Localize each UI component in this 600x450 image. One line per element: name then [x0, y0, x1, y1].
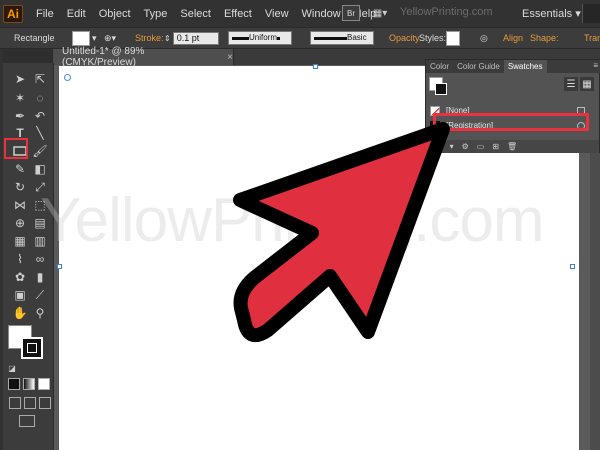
menu-type[interactable]: Type [144, 8, 168, 20]
watermark: YellowPrinting.com [40, 186, 545, 255]
tool-name: Rectangle [14, 33, 55, 43]
rotate-tool-icon[interactable]: ↻ [11, 179, 29, 195]
tab-color[interactable]: Color [426, 60, 453, 73]
menu-edit[interactable]: Edit [67, 8, 86, 20]
width-tool-icon[interactable]: ⋈ [11, 197, 29, 213]
tools-panel: ➤ ⇱ ✶ ◌ ✒ ↶ T ╲ 🖌 ✎ ◧ ↻ ⤢ ⋈ ⬚ ⊕ ▤ ▦ ▥ ⌇ … [3, 63, 54, 450]
close-tab-icon[interactable]: × [227, 52, 233, 63]
direct-selection-tool-icon[interactable]: ⇱ [31, 71, 49, 87]
mesh-tool-icon[interactable]: ▦ [11, 233, 29, 249]
paintbrush-tool-icon[interactable]: 🖌 [31, 143, 49, 159]
menu-bar: Ai File Edit Object Type Select Effect V… [0, 0, 600, 27]
tab-color-guide[interactable]: Color Guide [453, 60, 504, 73]
lasso-tool-icon[interactable]: ◌ [31, 90, 49, 106]
color-mode-icon[interactable] [8, 378, 20, 390]
search-field[interactable] [582, 4, 600, 23]
graphic-style-swatch[interactable] [446, 30, 460, 46]
artboard-origin-icon [64, 74, 71, 81]
arrange-documents-icon[interactable]: ▦▾ [371, 5, 389, 21]
draw-inside-icon[interactable] [39, 397, 51, 409]
bounding-handle-left[interactable] [57, 264, 62, 269]
new-swatch-icon[interactable]: ⊞ [492, 142, 499, 151]
list-view-icon[interactable]: ☰ [564, 77, 578, 91]
tab-swatches[interactable]: Swatches [503, 60, 547, 73]
pen-tool-icon[interactable]: ✒ [11, 108, 29, 124]
line-segment-tool-icon[interactable]: ╲ [31, 125, 49, 141]
draw-mode-buttons [9, 397, 51, 409]
menu-object[interactable]: Object [99, 8, 131, 20]
eyedropper-tool-icon[interactable]: ⌇ [11, 251, 29, 267]
recolor-icon[interactable]: ◎ [480, 33, 488, 44]
panel-tabs: Color Color Guide Swatches ≡ [426, 60, 600, 73]
menu-select[interactable]: Select [180, 8, 211, 20]
stroke-weight-input[interactable]: 0.1 pt [172, 31, 219, 45]
registration-highlight [433, 113, 589, 131]
slice-tool-icon[interactable]: ⟋ [31, 287, 49, 303]
swatches-panel: Color Color Guide Swatches ≡ ☰ ▦ [None] … [425, 59, 600, 153]
swatch-options-icon[interactable]: ⚙ [462, 142, 469, 151]
swatch-libraries-icon[interactable]: ▥ [434, 142, 442, 151]
workspace-label: Essentials [522, 8, 573, 20]
panel-stroke-swatch[interactable] [435, 83, 447, 95]
screen-mode-icon[interactable] [19, 415, 35, 427]
symbol-sprayer-tool-icon[interactable]: ✿ [11, 269, 29, 285]
selection-tool-icon[interactable]: ➤ [11, 71, 29, 87]
header-watermark: YellowPrinting.com [400, 6, 493, 18]
illustrator-logo: Ai [3, 4, 23, 23]
delete-swatch-icon[interactable]: 🗑 [507, 142, 517, 151]
shape-link[interactable]: Shape: [530, 28, 559, 48]
stroke-color-box[interactable] [21, 337, 43, 359]
stroke-label[interactable]: Stroke: [135, 28, 164, 48]
menu-window[interactable]: Window [302, 8, 341, 20]
grid-view-icon[interactable]: ▦ [580, 77, 594, 91]
color-mode-buttons [8, 378, 50, 390]
new-color-group-icon[interactable]: ▭ [477, 142, 485, 151]
menu-file[interactable]: File [36, 8, 54, 20]
menu-effect[interactable]: Effect [224, 8, 252, 20]
show-kinds-icon[interactable]: ▾ [450, 142, 454, 151]
panel-fill-stroke[interactable] [429, 77, 449, 95]
styles-label: Styles: [419, 33, 447, 43]
stroke-inner [27, 343, 37, 353]
profile-label: Uniform [249, 33, 278, 42]
opacity-link[interactable]: Opacity [389, 28, 420, 48]
fill-swatch[interactable] [72, 30, 90, 46]
panel-bottom-bar: ▥ ▾ ⚙ ▭ ⊞ 🗑 [426, 140, 599, 153]
align-link[interactable]: Align [503, 28, 523, 48]
panel-menu-icon[interactable]: ≡ [593, 61, 598, 70]
brush-definition[interactable]: Basic [310, 31, 374, 45]
shape-builder-tool-icon[interactable]: ⊕ [11, 215, 29, 231]
none-mode-icon[interactable] [38, 378, 50, 390]
variable-width-profile[interactable]: Uniform [228, 31, 292, 45]
column-graph-tool-icon[interactable]: ▮ [31, 269, 49, 285]
stroke-color-icon[interactable]: ⊕▾ [104, 33, 116, 44]
eraser-tool-icon[interactable]: ◧ [31, 161, 49, 177]
bounding-handle-top[interactable] [313, 64, 318, 69]
workspace-switcher[interactable]: Essentials ▾ [522, 7, 581, 20]
transform-link[interactable]: Trans [584, 28, 600, 48]
toolbox-grip[interactable] [3, 49, 53, 63]
menu-view[interactable]: View [265, 8, 289, 20]
rectangle-tool-highlight [4, 138, 28, 159]
default-colors-icon[interactable]: ◪ [7, 363, 17, 373]
hand-tool-icon[interactable]: ✋ [11, 305, 29, 321]
bridge-button[interactable]: Br [342, 5, 360, 21]
draw-normal-icon[interactable] [9, 397, 21, 409]
draw-behind-icon[interactable] [24, 397, 36, 409]
pencil-tool-icon[interactable]: ✎ [11, 161, 29, 177]
magic-wand-tool-icon[interactable]: ✶ [11, 90, 29, 106]
document-tab[interactable]: Untitled-1* @ 89% (CMYK/Preview) × [54, 46, 234, 68]
bounding-handle-right[interactable] [570, 264, 575, 269]
curvature-tool-icon[interactable]: ↶ [31, 108, 49, 124]
artboard-tool-icon[interactable]: ▣ [11, 287, 29, 303]
gradient-mode-icon[interactable] [23, 378, 35, 390]
brush-label: Basic [347, 33, 367, 42]
view-toggle: ☰ ▦ [562, 77, 594, 91]
zoom-tool-icon[interactable]: ⚲ [31, 305, 49, 321]
document-tab-title: Untitled-1* @ 89% (CMYK/Preview) [62, 46, 145, 68]
